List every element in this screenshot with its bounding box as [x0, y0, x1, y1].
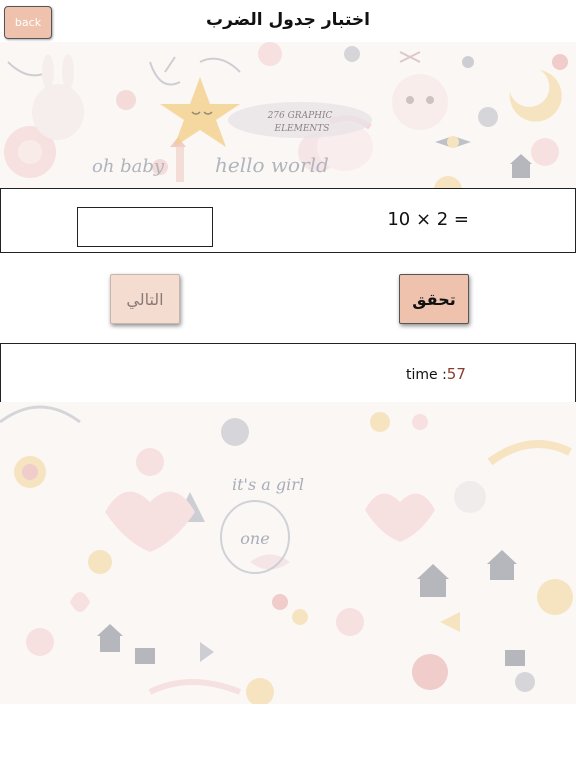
timer-label: time : [406, 367, 447, 383]
graphic-elements-text: ELEMENTS [274, 124, 330, 134]
graphic-count-text: 276 GRAPHIC [267, 111, 333, 121]
decorative-banner-top: 276 GRAPHIC ELEMENTS oh baby hello world [0, 42, 576, 188]
next-button[interactable]: التالي [110, 274, 180, 324]
hello-world-text: hello world [215, 153, 329, 177]
question-text: 10 × 2 = [387, 209, 469, 230]
question-panel: 10 × 2 = [0, 188, 576, 253]
one-text: one [240, 529, 269, 548]
timer-display: time :57 [406, 365, 466, 383]
answer-input[interactable] [77, 207, 213, 247]
its-a-girl-text: it's a girl [232, 475, 304, 494]
decorative-banner-bottom: one it's a girl [0, 402, 576, 704]
oh-baby-text: oh baby [92, 156, 165, 177]
header-bar: back اختبار جدول الضرب [0, 0, 576, 43]
timer-panel: time :57 [0, 343, 576, 403]
page-title: اختبار جدول الضرب [206, 10, 370, 30]
timer-value: 57 [446, 365, 466, 383]
check-button[interactable]: تحقق [399, 274, 469, 324]
